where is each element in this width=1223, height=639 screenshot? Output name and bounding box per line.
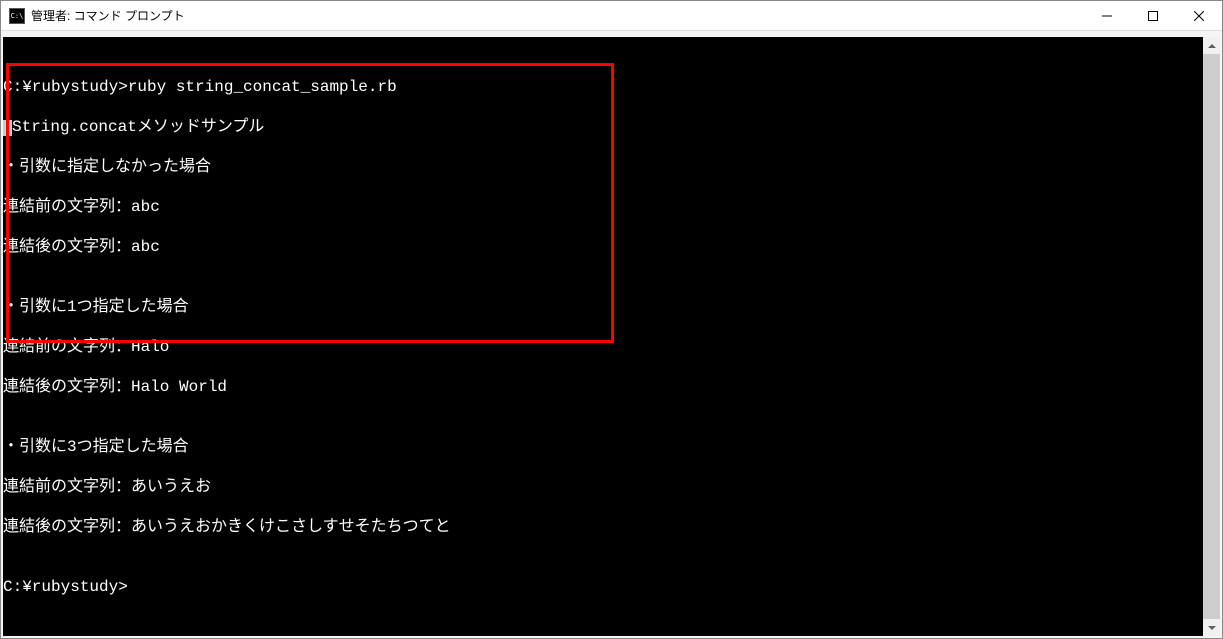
minimize-icon (1102, 11, 1112, 21)
output-line: ・引数に指定しなかった場合 (3, 157, 1220, 177)
scroll-thumb[interactable] (1203, 54, 1220, 619)
chevron-up-icon (1208, 44, 1216, 48)
output-line: 連結後の文字列：abc (3, 237, 1220, 257)
terminal-content: C:¥rubystudy>ruby string_concat_sample.r… (3, 37, 1220, 637)
title-bar[interactable]: C:\ 管理者: コマンド プロンプト (1, 1, 1222, 31)
terminal-area[interactable]: C:¥rubystudy>ruby string_concat_sample.r… (1, 31, 1222, 638)
output-line: 連結後の文字列：あいうえおかきくけこさしすせそたちつてと (3, 517, 1220, 537)
close-icon (1194, 11, 1204, 21)
cursor-block (3, 120, 12, 136)
output-line: C:¥rubystudy> (3, 577, 1220, 597)
minimize-button[interactable] (1084, 1, 1130, 30)
window-title: 管理者: コマンド プロンプト (31, 7, 1084, 24)
output-line: 連結後の文字列：Halo World (3, 377, 1220, 397)
command-prompt-window: C:\ 管理者: コマンド プロンプト C:¥rubystudy>ruby st… (0, 0, 1223, 639)
output-line: String.concatメソッドサンプル (3, 117, 1220, 137)
scroll-track[interactable] (1203, 54, 1220, 619)
close-button[interactable] (1176, 1, 1222, 30)
output-line: 連結前の文字列：abc (3, 197, 1220, 217)
scroll-down-button[interactable] (1203, 619, 1220, 636)
cmd-icon: C:\ (9, 8, 25, 24)
maximize-icon (1148, 11, 1158, 21)
output-line: ・引数に1つ指定した場合 (3, 297, 1220, 317)
output-line: 連結前の文字列：あいうえお (3, 477, 1220, 497)
output-line: C:¥rubystudy>ruby string_concat_sample.r… (3, 77, 1220, 97)
maximize-button[interactable] (1130, 1, 1176, 30)
output-line: 連結前の文字列：Halo (3, 337, 1220, 357)
output-text: String.concatメソッドサンプル (12, 118, 264, 136)
window-controls (1084, 1, 1222, 30)
scrollbar[interactable] (1203, 37, 1220, 636)
output-line: ・引数に3つ指定した場合 (3, 437, 1220, 457)
scroll-up-button[interactable] (1203, 37, 1220, 54)
chevron-down-icon (1208, 626, 1216, 630)
